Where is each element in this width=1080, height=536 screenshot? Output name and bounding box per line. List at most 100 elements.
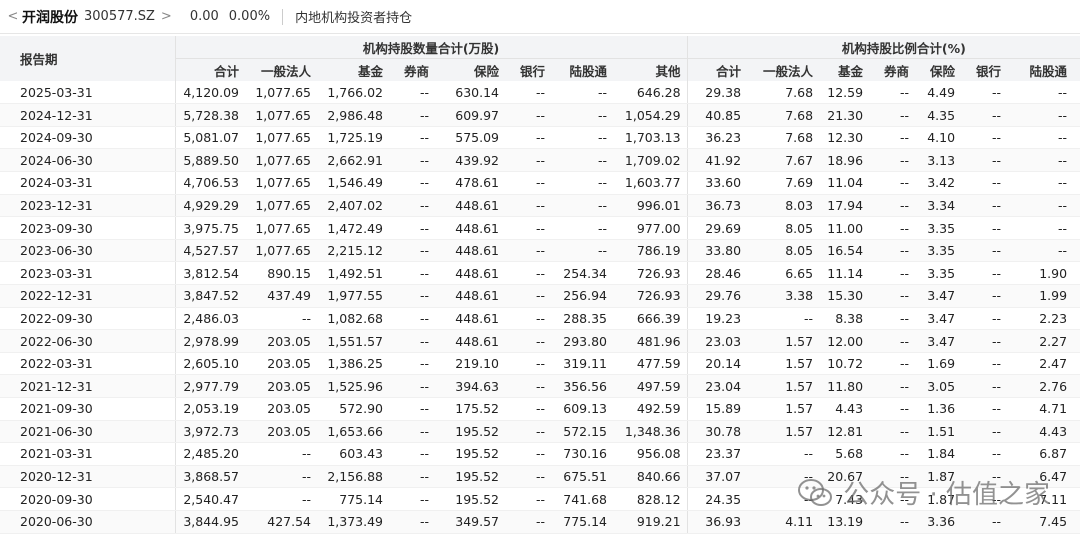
ratio-column-header[interactable]: 合计 xyxy=(687,58,748,82)
value-cell: 448.61 xyxy=(435,216,505,240)
value-cell: -- xyxy=(961,307,1008,331)
value-cell: 1,373.49 xyxy=(317,510,389,534)
value-cell: -- xyxy=(389,307,435,331)
period-cell: 2020-09-30 xyxy=(0,487,176,511)
ratio-column-header[interactable]: 券商 xyxy=(869,58,916,82)
value-cell: 10.45 xyxy=(1073,420,1080,444)
value-cell: -- xyxy=(961,148,1008,173)
value-cell: 1,546.49 xyxy=(317,171,389,195)
value-cell: 1.57 xyxy=(747,329,820,353)
value-cell: 439.92 xyxy=(435,148,505,173)
table-row[interactable]: 2021-06-30 3,972.73 203.05 1,653.66 -- 195.52… xyxy=(0,420,1080,444)
shares-column-header[interactable]: 保险 xyxy=(435,58,505,82)
value-cell: 175.52 xyxy=(435,397,505,421)
table-row[interactable]: 2024-12-31 5,728.38 1,077.65 2,986.48 -- 609.… xyxy=(0,103,1080,127)
value-cell: -- xyxy=(389,103,435,127)
table-row[interactable]: 2024-06-30 5,889.50 1,077.65 2,662.91 -- 439.… xyxy=(0,148,1080,173)
value-cell: 481.96 xyxy=(613,329,688,353)
divider xyxy=(282,8,284,25)
value-cell: -- xyxy=(389,510,435,534)
value-cell: 7.67 xyxy=(747,148,820,173)
table-row[interactable]: 2022-06-30 2,978.99 203.05 1,551.57 -- 448.61… xyxy=(0,329,1080,353)
holdings-table: 报告期 机构持股数量合计(万股) 机构持股比例合计(%) 合计 一般法人 基金 券商保… xyxy=(0,36,1080,534)
table-row[interactable]: 2023-03-31 3,812.54 890.15 1,492.51 -- 448.61… xyxy=(0,261,1080,286)
value-cell: 195.52 xyxy=(435,442,505,466)
value-cell: 977.00 xyxy=(613,216,688,240)
value-cell: 497.59 xyxy=(613,374,688,398)
shares-column-header[interactable]: 基金 xyxy=(317,58,389,82)
shares-column-header[interactable]: 合计 xyxy=(175,58,245,82)
period-cell: 2024-03-31 xyxy=(0,171,176,195)
table-row[interactable]: 2020-12-31 3,868.57 -- 2,156.88 -- 195.52 -- 67… xyxy=(0,465,1080,489)
ratio-column-header[interactable]: 银行 xyxy=(961,58,1008,82)
shares-column-header[interactable]: 陆股通 xyxy=(551,58,613,82)
period-cell: 2022-09-30 xyxy=(0,307,176,331)
table-row[interactable]: 2024-03-31 4,706.53 1,077.65 1,546.49 -- 478.… xyxy=(0,171,1080,195)
value-cell: 12.17 xyxy=(1073,148,1080,173)
table-row[interactable]: 2020-09-30 2,540.47 -- 775.14 -- 195.52 -- 741.… xyxy=(0,487,1080,511)
table-row[interactable]: 2021-03-31 2,485.20 -- 603.43 -- 195.52 -- 730.… xyxy=(0,442,1080,466)
value-cell: 12.30 xyxy=(819,126,870,150)
value-cell: -- xyxy=(505,126,551,150)
value-cell: -- xyxy=(505,81,551,105)
value-cell: -- xyxy=(505,239,551,263)
value-cell: 1,492.51 xyxy=(317,261,389,286)
table-row[interactable]: 2023-12-31 4,929.29 1,077.65 2,407.02 -- 448.… xyxy=(0,194,1080,218)
value-cell: -- xyxy=(245,465,317,489)
table-row[interactable]: 2022-09-30 2,486.03 -- 1,082.68 -- 448.61 -- 28… xyxy=(0,307,1080,331)
value-cell: 3.35 xyxy=(915,261,962,286)
value-cell: -- xyxy=(1007,171,1074,195)
table-row[interactable]: 2021-09-30 2,053.19 203.05 572.90 -- 175.52 --… xyxy=(0,397,1080,421)
ratio-column-header[interactable]: 一般法人 xyxy=(747,58,820,82)
ratio-column-header[interactable]: 基金 xyxy=(819,58,870,82)
value-cell: 10.72 xyxy=(819,352,870,376)
value-cell: 1,603.77 xyxy=(613,171,688,195)
value-cell: -- xyxy=(389,329,435,353)
value-cell: 3.42 xyxy=(915,171,962,195)
value-cell: -- xyxy=(1007,239,1074,263)
value-cell: 28.46 xyxy=(687,261,748,286)
value-cell: -- xyxy=(869,284,916,308)
value-cell: 4.71 xyxy=(1007,397,1074,421)
table-row[interactable]: 2020-06-30 3,844.95 427.54 1,373.49 -- 349.57… xyxy=(0,510,1080,534)
table-row[interactable]: 2023-09-30 3,975.75 1,077.65 1,472.49 -- 448.… xyxy=(0,216,1080,240)
forward-chevron-icon[interactable]: > xyxy=(161,9,172,24)
value-cell: -- xyxy=(505,194,551,218)
value-cell: 603.43 xyxy=(317,442,389,466)
value-cell: 3.36 xyxy=(915,510,962,534)
table-row[interactable]: 2022-03-31 2,605.10 203.05 1,386.25 -- 219.10… xyxy=(0,352,1080,376)
value-cell: 2.47 xyxy=(1007,352,1074,376)
holdings-table-container: 报告期 机构持股数量合计(万股) 机构持股比例合计(%) 合计 一般法人 基金 券商保… xyxy=(0,36,1080,534)
value-cell: 36.23 xyxy=(687,126,748,150)
table-row[interactable]: 2025-03-31 4,120.09 1,077.65 1,766.02 -- 630.… xyxy=(0,81,1080,105)
value-cell: 3,812.54 xyxy=(175,261,245,286)
ratio-group-header: 机构持股比例合计(%) xyxy=(687,36,1080,60)
period-header[interactable]: 报告期 xyxy=(0,36,176,82)
value-cell: 203.05 xyxy=(245,352,317,376)
shares-column-header[interactable]: 券商 xyxy=(389,58,435,82)
value-cell: -- xyxy=(551,171,613,195)
value-cell: 4.10 xyxy=(915,126,962,150)
period-cell: 2020-06-30 xyxy=(0,510,176,534)
value-cell: 630.14 xyxy=(435,81,505,105)
table-row[interactable]: 2023-06-30 4,527.57 1,077.65 2,215.12 -- 448.… xyxy=(0,239,1080,263)
ratio-column-header[interactable]: 保险 xyxy=(915,58,962,82)
value-cell: 3.73 xyxy=(1073,329,1080,353)
table-row[interactable]: 2024-09-30 5,081.07 1,077.65 1,725.19 -- 575.… xyxy=(0,126,1080,150)
shares-column-header[interactable]: 一般法人 xyxy=(245,58,317,82)
table-row[interactable]: 2021-12-31 2,977.79 203.05 1,525.96 -- 394.63… xyxy=(0,374,1080,398)
value-cell: -- xyxy=(961,126,1008,150)
value-cell: 2,156.88 xyxy=(317,465,389,489)
value-cell: 1.36 xyxy=(915,397,962,421)
value-cell: -- xyxy=(1007,81,1074,105)
value-cell: 1,725.19 xyxy=(317,126,389,150)
ratio-column-header[interactable]: 其他 xyxy=(1073,58,1080,82)
value-cell: 1,077.65 xyxy=(245,126,317,150)
ratio-column-header[interactable]: 陆股通 xyxy=(1007,58,1074,82)
back-chevron-icon[interactable]: < xyxy=(6,9,20,24)
table-row[interactable]: 2022-12-31 3,847.52 437.49 1,977.55 -- 448.61… xyxy=(0,284,1080,308)
value-cell: 1.84 xyxy=(915,442,962,466)
value-cell: 288.35 xyxy=(551,307,613,331)
shares-column-header[interactable]: 其他 xyxy=(613,58,688,82)
shares-column-header[interactable]: 银行 xyxy=(505,58,551,82)
